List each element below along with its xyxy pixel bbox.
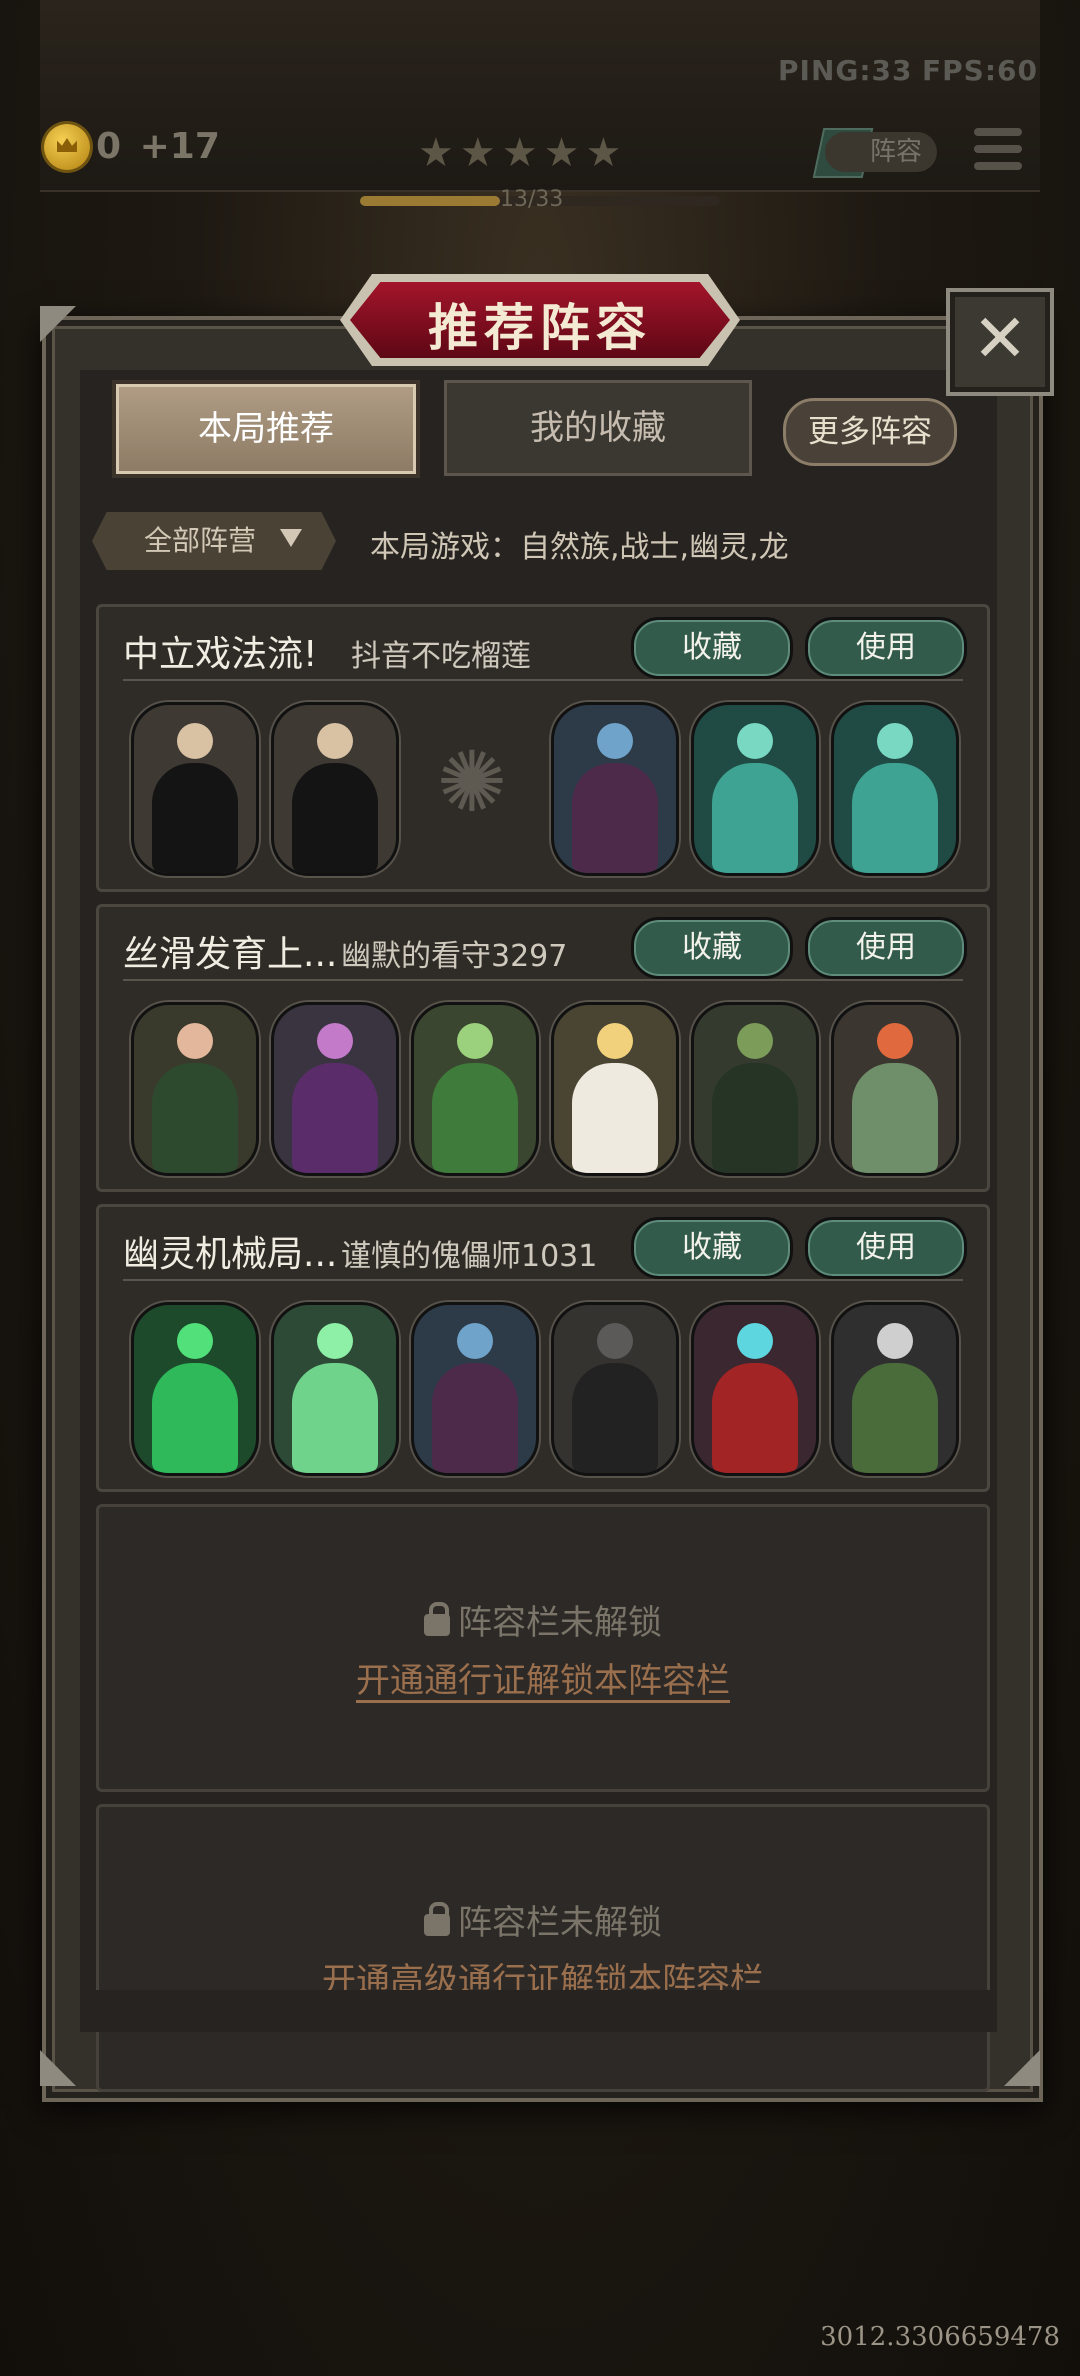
divider — [123, 979, 963, 981]
unit-portrait-bunny-elf[interactable] — [271, 1002, 399, 1176]
use-button[interactable]: 使用 — [805, 617, 967, 679]
use-button-label: 使用 — [856, 630, 916, 665]
faction-filter-dropdown[interactable]: 全部阵营 — [92, 512, 336, 570]
favorite-button-label: 收藏 — [682, 1230, 742, 1265]
lineup-author: 抖音不吃榴莲 — [351, 639, 531, 674]
divider — [123, 679, 963, 681]
unit-portrait-green-ghost-warrior[interactable] — [131, 1302, 259, 1476]
lineup-title: 中立戏法流! — [123, 634, 318, 675]
favorite-button-label: 收藏 — [682, 630, 742, 665]
use-button-label: 使用 — [856, 1230, 916, 1265]
favorite-button[interactable]: 收藏 — [631, 617, 793, 679]
dialog-title: 推荐阵容 — [428, 299, 652, 357]
favorite-button-label: 收藏 — [682, 930, 742, 965]
unit-portrait-elf-sorceress[interactable] — [551, 702, 679, 876]
lineup-author: 谨慎的傀儡师1031 — [341, 1239, 598, 1274]
unit-portrait-elf-sorceress[interactable] — [411, 1302, 539, 1476]
unit-portrait-hooded-rogue[interactable] — [551, 1302, 679, 1476]
faction-filter-label: 全部阵营 — [144, 524, 257, 557]
coin-gain: +17 — [139, 126, 220, 167]
use-button-label: 使用 — [856, 930, 916, 965]
unlock-pass-link[interactable]: 开通通行证解锁本阵容栏 — [99, 1653, 987, 1702]
coin-counter: 0 +17 — [96, 126, 220, 167]
unit-portrait-spectral-mage[interactable] — [691, 1302, 819, 1476]
use-button[interactable]: 使用 — [805, 917, 967, 979]
fps-readout: FPS:60 — [922, 54, 1038, 87]
star-rating: ★★★★★ — [418, 130, 628, 176]
use-button[interactable]: 使用 — [805, 1217, 967, 1279]
unit-portrait-ghost-cat[interactable] — [271, 1302, 399, 1476]
tab-label: 我的收藏 — [530, 408, 666, 448]
tab-label: 本局推荐 — [198, 409, 334, 449]
lineup-card: 丝滑发育上... 幽默的看守3297 收藏 使用 — [96, 904, 990, 1192]
lineup-title: 丝滑发育上... — [123, 934, 338, 975]
menu-icon[interactable] — [974, 128, 1022, 170]
crown-coin-icon — [44, 124, 90, 170]
close-button[interactable]: ✕ — [946, 288, 1054, 396]
lineup-author: 幽默的看守3297 — [341, 939, 568, 974]
favorite-button[interactable]: 收藏 — [631, 917, 793, 979]
unit-portrait-cactus-lady[interactable] — [691, 1002, 819, 1176]
coin-amount: 0 — [96, 126, 122, 167]
locked-lineup-slot: 阵容栏未解锁 开通高级通行证解锁本阵容栏 — [96, 1804, 990, 2092]
more-lineups-button[interactable]: 更多阵容 — [783, 398, 957, 466]
unit-portrait-leaf-dryad[interactable] — [411, 1002, 539, 1176]
lock-icon — [424, 1902, 450, 1936]
unit-portrait-flame-dryad[interactable] — [831, 1002, 959, 1176]
tab-current-game[interactable]: 本局推荐 — [112, 380, 420, 478]
unit-portrait-reaper[interactable] — [831, 1302, 959, 1476]
empty-slot-emblem-icon: ✺ — [436, 733, 508, 831]
more-lineups-label: 更多阵容 — [808, 414, 932, 450]
dialog-title-banner: 推荐阵容 — [340, 274, 740, 366]
lineup-button[interactable]: 阵容 — [825, 132, 937, 172]
unit-portrait-magician[interactable] — [271, 702, 399, 876]
unit-portrait-water-spirit[interactable] — [831, 702, 959, 876]
tab-my-favorites[interactable]: 我的收藏 — [444, 380, 752, 476]
current-game-factions: 本局游戏：自然族,战士,幽灵,龙 — [370, 530, 789, 565]
unit-portrait-water-spirit[interactable] — [691, 702, 819, 876]
scroll-clip-edge — [80, 1990, 997, 2032]
unit-portrait-magician[interactable] — [131, 702, 259, 876]
lock-status: 阵容栏未解锁 — [99, 1595, 987, 1644]
lineup-card: 幽灵机械局... 谨慎的傀儡师1031 收藏 使用 — [96, 1204, 990, 1492]
lineup-button-label: 阵容 — [869, 137, 922, 167]
lineup-title: 幽灵机械局... — [123, 1234, 338, 1275]
lock-status: 阵容栏未解锁 — [99, 1895, 987, 1944]
lineup-card: 中立戏法流! 抖音不吃榴莲 收藏 使用 ✺ — [96, 604, 990, 892]
bottom-counter: 3012.3306659478 — [820, 2322, 1060, 2352]
round-progress-label: 13/33 — [500, 187, 564, 212]
close-icon: ✕ — [972, 300, 1028, 377]
divider — [123, 1279, 963, 1281]
ping-readout: PING:33 — [778, 54, 913, 87]
lock-icon — [424, 1602, 450, 1636]
round-progress-fill — [360, 196, 501, 206]
unit-portrait-flower-fairy[interactable] — [551, 1002, 679, 1176]
locked-lineup-slot: 阵容栏未解锁 开通通行证解锁本阵容栏 — [96, 1504, 990, 1792]
unit-portrait-rose-elf[interactable] — [131, 1002, 259, 1176]
favorite-button[interactable]: 收藏 — [631, 1217, 793, 1279]
